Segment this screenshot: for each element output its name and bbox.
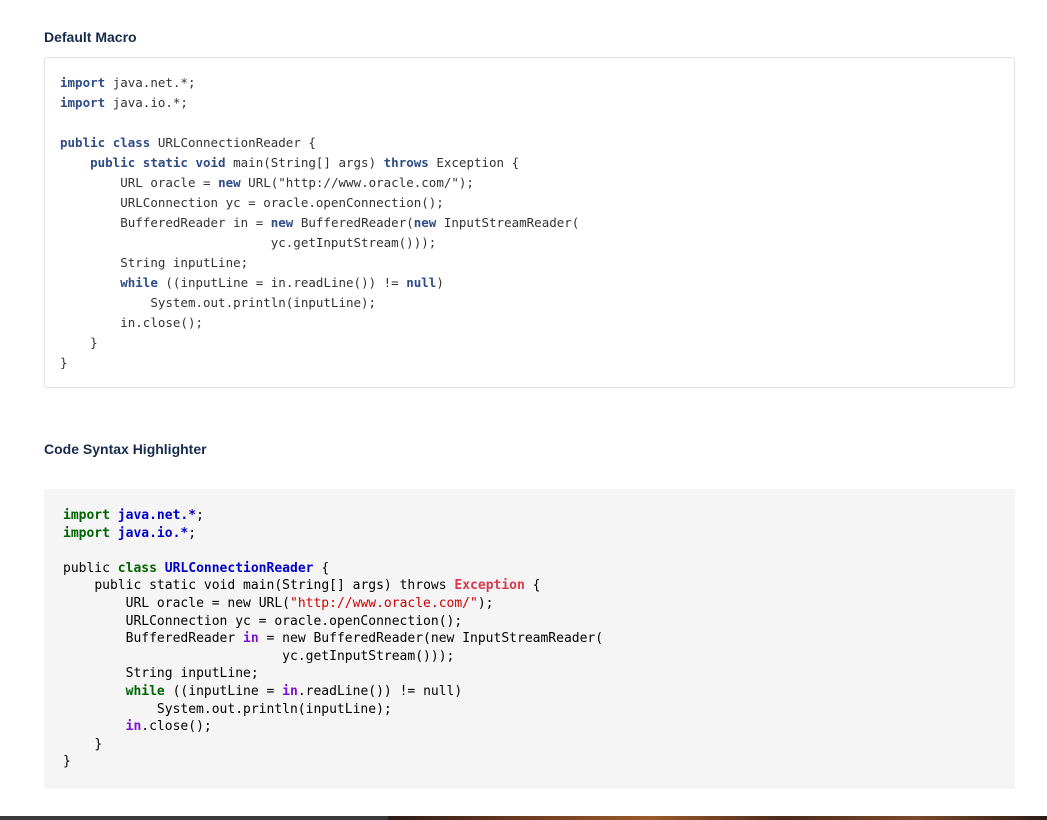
code-text: ; [180,95,188,110]
code-string: "http://www.oracle.com/" [290,595,478,611]
code-text: System.out.println(inputLine); [150,295,377,310]
code-keyword: import [63,525,110,541]
code-text: { [321,560,330,576]
code-text: ((inputLine = [165,275,271,290]
code-keyword: class [117,560,157,576]
code-text: = [258,631,283,647]
code-text: static [149,578,197,594]
code-in-variable: in [282,683,298,699]
code-text: in [233,215,249,230]
code-text: main(String[] args) [243,578,392,594]
code-keyword: new [270,215,294,230]
code-in-variable: in [243,631,259,647]
code-keyword: static [142,155,188,170]
code-keyword: throws [383,155,429,170]
code-class-name: URLConnectionReader [164,560,314,576]
code-text: BufferedReader [120,215,234,230]
partial-image [388,816,1047,820]
code-string: "http://www.oracle.com/" [278,175,459,190]
code-text: { [308,135,316,150]
code-text: URLConnectionReader [157,135,301,150]
code-text: } [60,355,68,370]
code-text: void [203,578,236,594]
code-text: ) [454,683,463,699]
code-text: URLConnection yc = oracle.openConnection… [120,195,444,210]
code-package: java.io.* [117,525,189,541]
bottom-edge-strip [0,816,1047,820]
code-text: URLConnection yc = oracle.openConnection… [125,613,463,629]
code-keyword: import [60,75,106,90]
code-keyword: void [195,155,226,170]
code-keyword: new [413,215,437,230]
code-text: java.io.* [112,95,181,110]
code-keyword: null [406,275,437,290]
code-text: ; [188,525,197,541]
code-text: throws [399,578,447,594]
code-text: .readLine()) != [297,683,424,699]
default-macro-heading: Default Macro [44,29,137,45]
code-text: yc.getInputStream())); [270,235,437,250]
code-keyword: public [60,135,106,150]
code-text: ); [458,175,474,190]
code-text: in [120,315,136,330]
code-in-variable: in [125,719,142,735]
code-text: BufferedReader( [300,215,414,230]
code-text: = [248,215,271,230]
code-text: new [430,631,455,647]
code-text: ((inputLine = [172,683,283,699]
code-text: ); [477,595,494,611]
code-keyword: while [125,683,165,699]
code-text: } [63,754,71,770]
code-text: new [282,631,306,647]
code-text: { [532,578,541,594]
code-keyword: import [60,95,106,110]
code-exception: Exception [454,578,525,594]
syntax-highlighter-heading: Code Syntax Highlighter [44,441,207,457]
code-keyword: class [112,135,151,150]
code-text: InputStreamReader( [462,631,604,647]
code-keyword: new [218,175,241,190]
code-text: URL( [248,175,279,190]
code-text: java.net.* [112,75,188,90]
code-text: } [90,335,98,350]
code-text: new [227,595,251,611]
default-macro-code: import java.net.*; import java.io.*; pub… [60,73,579,373]
code-text: public [94,578,142,594]
code-text: BufferedReader( [313,631,431,647]
syntax-highlighter-code: import java.net.*; import java.io.*; pub… [63,507,603,771]
code-text: InputStreamReader( [443,215,580,230]
code-text: URL oracle = [120,175,219,190]
syntax-highlighter-code-panel: import java.net.*; import java.io.*; pub… [44,489,1015,789]
code-text: ) [436,275,444,290]
code-text: ; [196,508,204,523]
code-keyword: import [63,508,110,523]
code-text: String inputLine; [125,666,259,682]
code-text: .close(); [141,719,212,735]
code-text: ; [187,75,196,90]
code-text: .close(); [135,315,204,330]
code-package: java.net.* [117,508,197,523]
code-text: String inputLine; [120,255,249,270]
code-text: } [94,736,103,752]
code-text: null [423,683,455,699]
code-text: { [511,155,520,170]
code-text: main(String[] args) [233,155,377,170]
code-text: BufferedReader [125,631,244,647]
code-text: URL( [258,595,290,611]
default-macro-code-panel: import java.net.*; import java.io.*; pub… [44,57,1015,388]
code-text: .readLine()) != [285,275,407,290]
code-text: Exception [436,155,505,170]
code-text: yc.getInputStream())); [282,648,455,664]
code-text: public [63,560,110,576]
code-text: in [270,275,286,290]
code-text: System.out.println(inputLine); [156,701,392,717]
code-keyword: public [90,155,136,170]
code-keyword: while [120,275,158,290]
code-text: URL oracle = [125,595,228,611]
